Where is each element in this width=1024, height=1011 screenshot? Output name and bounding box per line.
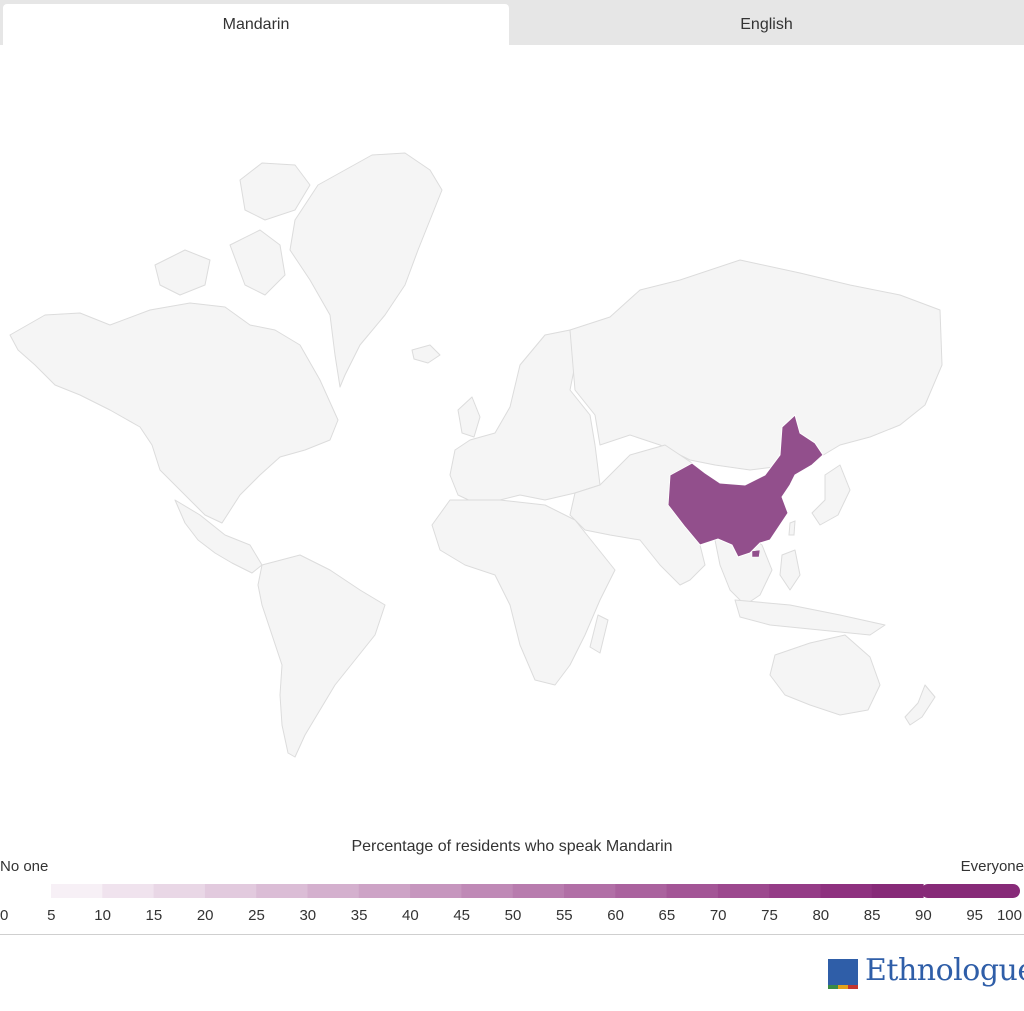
language-tabs: Mandarin English bbox=[0, 0, 1024, 45]
scale-tick-70: 70 bbox=[710, 907, 727, 924]
scale-swatch-16 bbox=[871, 884, 924, 898]
scale-tick-100: 100 bbox=[997, 907, 1022, 924]
region-russia bbox=[569, 259, 943, 471]
scale-tick-85: 85 bbox=[864, 907, 881, 924]
scale-tick-55: 55 bbox=[556, 907, 573, 924]
scale-tick-20: 20 bbox=[197, 907, 214, 924]
scale-swatch-10 bbox=[564, 884, 616, 898]
region-taiwan bbox=[788, 520, 796, 536]
divider bbox=[0, 934, 1024, 935]
region-uk bbox=[457, 396, 481, 438]
scale-tick-15: 15 bbox=[146, 907, 163, 924]
scale-swatch-4 bbox=[256, 884, 308, 898]
scale-tick-30: 30 bbox=[299, 907, 316, 924]
scale-swatch-12 bbox=[666, 884, 719, 898]
ethnologue-logo: Ethnologue bbox=[828, 953, 1024, 995]
scale-tick-90: 90 bbox=[915, 907, 932, 924]
region-new-zealand bbox=[904, 684, 936, 726]
scale-swatch-end bbox=[921, 884, 1020, 898]
scale-swatch-7 bbox=[410, 884, 462, 898]
region-baffin bbox=[229, 229, 286, 296]
region-hainan bbox=[751, 549, 761, 558]
color-scale: 0 5 10 15 20 25 30 35 40 45 50 55 60 65 70 75 80 85 90 95 10… bbox=[0, 884, 1022, 924]
scale-tick-60: 60 bbox=[607, 907, 624, 924]
region-australia bbox=[769, 634, 881, 716]
logo-text: Ethnologue bbox=[865, 953, 1024, 988]
scale-tick-95: 95 bbox=[966, 907, 983, 924]
region-canada-islands-2 bbox=[154, 249, 211, 296]
scale-tick-65: 65 bbox=[659, 907, 676, 924]
legend-title: Percentage of residents who speak Mandar… bbox=[351, 838, 673, 855]
region-indonesia bbox=[734, 599, 886, 636]
scale-swatch-6 bbox=[358, 884, 411, 898]
region-madagascar bbox=[589, 614, 609, 654]
scale-tick-0: 0 bbox=[0, 907, 8, 924]
scale-swatch-8 bbox=[461, 884, 514, 898]
legend-high-label: Everyone bbox=[960, 858, 1024, 875]
scale-swatch-1 bbox=[102, 884, 155, 898]
scale-tick-45: 45 bbox=[453, 907, 470, 924]
scale-tick-5: 5 bbox=[47, 907, 55, 924]
tab-english[interactable]: English bbox=[512, 4, 1021, 45]
region-arctic-islands bbox=[239, 162, 311, 221]
scale-tick-35: 35 bbox=[351, 907, 368, 924]
scale-swatch-5 bbox=[307, 884, 360, 898]
region-philippines bbox=[779, 549, 801, 591]
ethnologue-logo-icon bbox=[828, 959, 858, 989]
scale-tick-40: 40 bbox=[402, 907, 419, 924]
world-map-svg bbox=[9, 152, 943, 758]
scale-swatch-14 bbox=[769, 884, 821, 898]
scale-swatch-9 bbox=[512, 884, 565, 898]
region-south-america bbox=[257, 554, 386, 758]
world-map bbox=[0, 45, 1024, 835]
scale-swatch-0 bbox=[51, 884, 103, 898]
region-north-america bbox=[9, 302, 339, 524]
region-iceland bbox=[411, 344, 441, 364]
scale-swatch-3 bbox=[204, 884, 257, 898]
legend-low-label: No one bbox=[0, 858, 49, 875]
scale-swatch-13 bbox=[717, 884, 770, 898]
scale-tick-80: 80 bbox=[812, 907, 829, 924]
scale-tick-75: 75 bbox=[761, 907, 778, 924]
scale-tick-10: 10 bbox=[94, 907, 111, 924]
scale-swatch-15 bbox=[820, 884, 873, 898]
tab-mandarin[interactable]: Mandarin bbox=[3, 4, 509, 45]
scale-swatch-2 bbox=[153, 884, 206, 898]
scale-swatch-11 bbox=[615, 884, 668, 898]
scale-tick-25: 25 bbox=[248, 907, 265, 924]
region-japan bbox=[811, 464, 851, 526]
scale-tick-50: 50 bbox=[505, 907, 522, 924]
